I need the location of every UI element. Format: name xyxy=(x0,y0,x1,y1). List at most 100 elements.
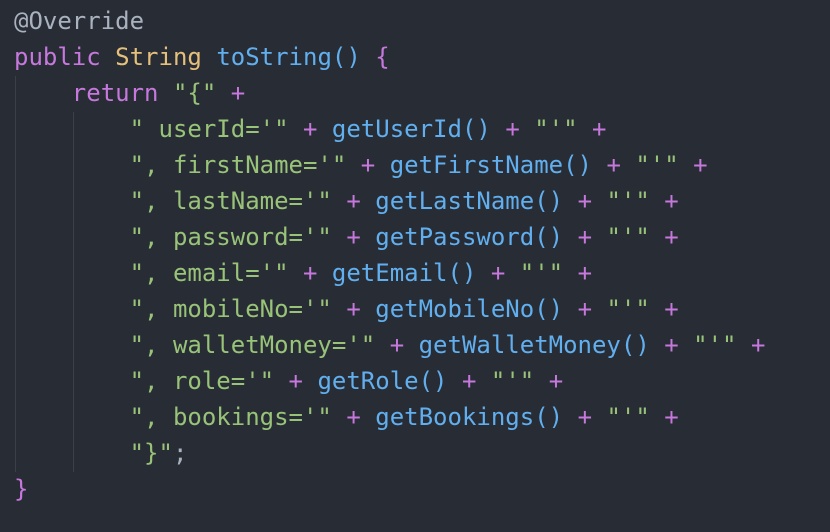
code-token: "'" xyxy=(635,151,679,179)
code-line[interactable]: } xyxy=(14,471,765,507)
code-token: + xyxy=(548,367,564,395)
code-line[interactable]: ", firstName='" + getFirstName() + "'" + xyxy=(14,147,765,183)
code-token: getMobileNo xyxy=(375,295,535,323)
code-token: + xyxy=(288,367,303,395)
code-token: + xyxy=(303,115,318,143)
code-token: + xyxy=(230,79,246,107)
code-token: getEmail xyxy=(331,259,448,287)
code-token: @Override xyxy=(14,7,145,35)
code-token: " userId='" xyxy=(129,115,289,143)
code-token: "}" xyxy=(129,439,173,467)
code-token: } xyxy=(14,475,29,503)
code-token: "'" xyxy=(693,331,737,359)
code-token: () xyxy=(331,43,361,71)
code-token: ", lastName='" xyxy=(129,187,332,215)
code-token: ", password='" xyxy=(129,223,332,251)
code-token: + xyxy=(389,331,405,359)
code-token: + xyxy=(490,259,506,287)
code-token: "'" xyxy=(606,403,650,431)
code-token: + xyxy=(592,115,607,143)
code-token: "'" xyxy=(519,259,564,287)
code-token: + xyxy=(750,331,766,359)
code-token: return xyxy=(71,79,159,107)
code-line[interactable]: @Override xyxy=(14,3,765,39)
code-token: + xyxy=(303,259,318,287)
code-token: + xyxy=(664,331,679,359)
code-token: getBookings xyxy=(375,403,535,431)
code-token: + xyxy=(346,187,361,215)
code-line[interactable]: ", email='" + getEmail() + "'" + xyxy=(14,255,765,291)
code-token: getWalletMoney xyxy=(418,331,621,359)
code-line[interactable]: ", mobileNo='" + getMobileNo() + "'" + xyxy=(14,291,765,327)
code-token: toString xyxy=(216,43,332,71)
code-token: + xyxy=(577,259,593,287)
code-token: + xyxy=(577,403,593,431)
code-token: getPassword xyxy=(375,223,535,251)
code-token: ", firstName='" xyxy=(129,151,347,179)
code-token: () xyxy=(461,115,491,143)
code-token: ", walletMoney='" xyxy=(129,331,376,359)
code-line[interactable]: public String toString() { xyxy=(14,39,765,75)
code-line[interactable]: return "{" + xyxy=(14,75,765,111)
code-editor[interactable]: @Override public String toString() { retu… xyxy=(0,0,830,532)
code-line[interactable]: ", lastName='" + getLastName() + "'" + xyxy=(14,183,765,219)
code-line[interactable]: " userId='" + getUserId() + "'" + xyxy=(14,111,765,147)
code-token: "{" xyxy=(172,79,217,107)
code-line[interactable]: "}"; xyxy=(14,435,765,471)
code-block[interactable]: @Override public String toString() { retu… xyxy=(14,3,765,507)
code-token: + xyxy=(360,151,376,179)
code-line[interactable]: ", password='" + getPassword() + "'" + xyxy=(14,219,765,255)
code-token: + xyxy=(346,223,361,251)
code-token: ", email='" xyxy=(129,259,289,287)
code-token: String xyxy=(115,43,202,71)
code-line[interactable]: ", role='" + getRole() + "'" + xyxy=(14,363,765,399)
code-token: + xyxy=(577,187,593,215)
code-token: getRole xyxy=(317,367,419,395)
code-line[interactable]: ", bookings='" + getBookings() + "'" + xyxy=(14,399,765,435)
code-token: getFirstName xyxy=(389,151,564,179)
code-token: "'" xyxy=(606,295,650,323)
code-line[interactable]: ", walletMoney='" + getWalletMoney() + "… xyxy=(14,327,766,363)
